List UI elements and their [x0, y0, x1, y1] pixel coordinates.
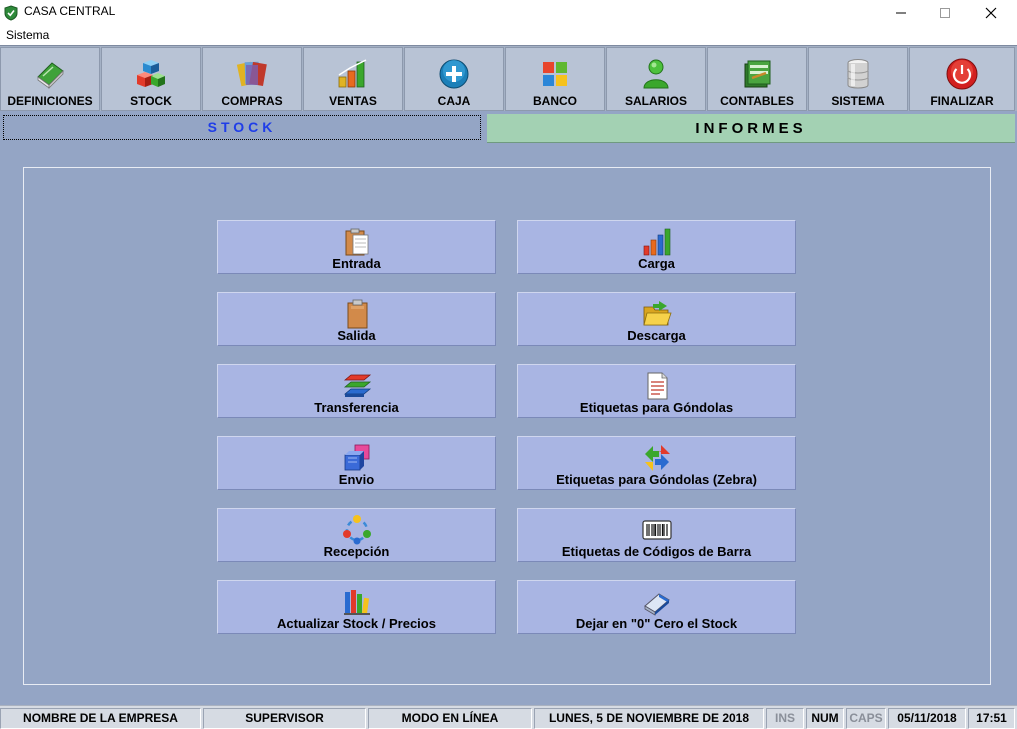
status-fecha: 05/11/2018	[888, 708, 966, 729]
salida-button[interactable]: Salida	[217, 292, 496, 346]
actions-panel: Entrada Salida Transferencia Envio Recep…	[23, 167, 991, 685]
carga-button[interactable]: Carga	[517, 220, 796, 274]
status-hora: 17:51	[968, 708, 1015, 729]
action-label: Etiquetas para Góndolas	[579, 400, 734, 415]
toolbar-finalizar-button[interactable]: FINALIZAR	[909, 47, 1015, 111]
minimize-button[interactable]	[878, 0, 924, 26]
eraser-icon	[643, 593, 670, 616]
maximize-button[interactable]	[922, 0, 968, 26]
descarga-button[interactable]: Descarga	[517, 292, 796, 346]
clipboard-in-icon	[345, 228, 368, 256]
action-label: Dejar en "0" Cero el Stock	[575, 616, 738, 631]
status-num: NUM	[806, 708, 844, 729]
barcode-icon	[641, 520, 672, 540]
shield-icon	[4, 5, 18, 21]
maximize-icon	[940, 8, 950, 18]
action-label: Envio	[338, 472, 375, 487]
document-icon	[647, 372, 667, 400]
close-button[interactable]	[968, 0, 1014, 26]
window-title: CASA CENTRAL	[24, 4, 116, 18]
action-label: Etiquetas para Góndolas (Zebra)	[556, 472, 757, 487]
action-label: Etiquetas de Códigos de Barra	[561, 544, 752, 559]
minimize-icon	[896, 12, 906, 14]
person-icon	[643, 59, 669, 89]
cards-icon	[236, 61, 267, 87]
transferencia-button[interactable]: Transferencia	[217, 364, 496, 418]
etiquetas-codigos-barra-button[interactable]: Etiquetas de Códigos de Barra	[517, 508, 796, 562]
toolbar-label: SALARIOS	[624, 94, 687, 108]
toolbar-label: VENTAS	[329, 94, 377, 108]
bar-chart-icon	[338, 59, 367, 88]
action-label: Recepción	[323, 544, 390, 559]
clipboard-icon	[347, 299, 367, 329]
action-label: Salida	[337, 328, 376, 343]
close-icon	[985, 7, 997, 19]
toolbar-label: CONTABLES	[720, 94, 794, 108]
envio-button[interactable]: Envio	[217, 436, 496, 490]
etiquetas-gondolas-button[interactable]: Etiquetas para Góndolas	[517, 364, 796, 418]
toolbar-ventas-button[interactable]: VENTAS	[303, 47, 403, 111]
toolbar-label: SISTEMA	[831, 94, 885, 108]
book-icon	[37, 62, 64, 89]
power-icon	[946, 58, 978, 90]
dejar-cero-stock-button[interactable]: Dejar en "0" Cero el Stock	[517, 580, 796, 634]
toolbar-salarios-button[interactable]: SALARIOS	[606, 47, 706, 111]
toolbar-sistema-button[interactable]: SISTEMA	[808, 47, 908, 111]
arrows-icon	[644, 445, 670, 471]
toolbar-label: BANCO	[533, 94, 577, 108]
toolbar-caja-button[interactable]: CAJA	[404, 47, 504, 111]
tab-informes[interactable]: INFORMES	[487, 114, 1015, 143]
main-toolbar: DEFINICIONES STOCK COMPRAS VENTAS CAJA B…	[0, 45, 1017, 111]
status-fecha-larga: LUNES, 5 DE NOVIEMBRE DE 2018	[534, 708, 764, 729]
ledger-icon	[744, 60, 771, 88]
status-bar: NOMBRE DE LA EMPRESA SUPERVISOR MODO EN …	[0, 705, 1017, 729]
action-label: Entrada	[332, 256, 381, 271]
toolbar-label: FINALIZAR	[930, 94, 994, 108]
menu-sistema[interactable]: Sistema	[6, 28, 49, 42]
etiquetas-gondolas-zebra-button[interactable]: Etiquetas para Góndolas (Zebra)	[517, 436, 796, 490]
folder-open-icon	[642, 301, 672, 326]
recepcion-button[interactable]: Recepción	[217, 508, 496, 562]
cycle-icon	[342, 515, 371, 545]
books-icon	[343, 590, 370, 615]
tab-strip: STOCK INFORMES	[0, 111, 1017, 145]
action-label: Carga	[638, 256, 675, 271]
entrada-button[interactable]: Entrada	[217, 220, 496, 274]
cubes-icon	[344, 444, 369, 471]
database-icon	[847, 59, 869, 89]
action-label: Transferencia	[314, 400, 399, 415]
bar-chart-icon	[643, 228, 670, 256]
action-label: Actualizar Stock / Precios	[277, 616, 436, 631]
toolbar-label: STOCK	[130, 94, 172, 108]
toolbar-definiciones-button[interactable]: DEFINICIONES	[0, 47, 100, 111]
main-content: Entrada Salida Transferencia Envio Recep…	[0, 145, 1017, 705]
toolbar-compras-button[interactable]: COMPRAS	[202, 47, 302, 111]
toolbar-contables-button[interactable]: CONTABLES	[707, 47, 807, 111]
plus-circle-icon	[439, 59, 469, 89]
toolbar-label: CAJA	[437, 94, 471, 108]
action-label: Descarga	[627, 328, 686, 343]
actualizar-stock-precios-button[interactable]: Actualizar Stock / Precios	[217, 580, 496, 634]
menu-bar: Sistema	[0, 26, 1017, 44]
status-empresa: NOMBRE DE LA EMPRESA	[0, 708, 201, 729]
title-bar: CASA CENTRAL	[0, 0, 1017, 26]
layers-icon	[343, 374, 371, 397]
status-caps: CAPS	[846, 708, 886, 729]
windows-icon	[543, 62, 567, 86]
status-modo: MODO EN LÍNEA	[368, 708, 532, 729]
app-window: CASA CENTRAL Sistema DEFINICIONES STOCK …	[0, 0, 1017, 729]
toolbar-banco-button[interactable]: BANCO	[505, 47, 605, 111]
status-ins: INS	[766, 708, 804, 729]
toolbar-label: COMPRAS	[221, 94, 283, 108]
boxes-icon	[137, 60, 165, 87]
toolbar-stock-button[interactable]: STOCK	[101, 47, 201, 111]
status-usuario: SUPERVISOR	[203, 708, 366, 729]
tab-stock[interactable]: STOCK	[3, 115, 481, 140]
toolbar-label: DEFINICIONES	[7, 94, 93, 108]
